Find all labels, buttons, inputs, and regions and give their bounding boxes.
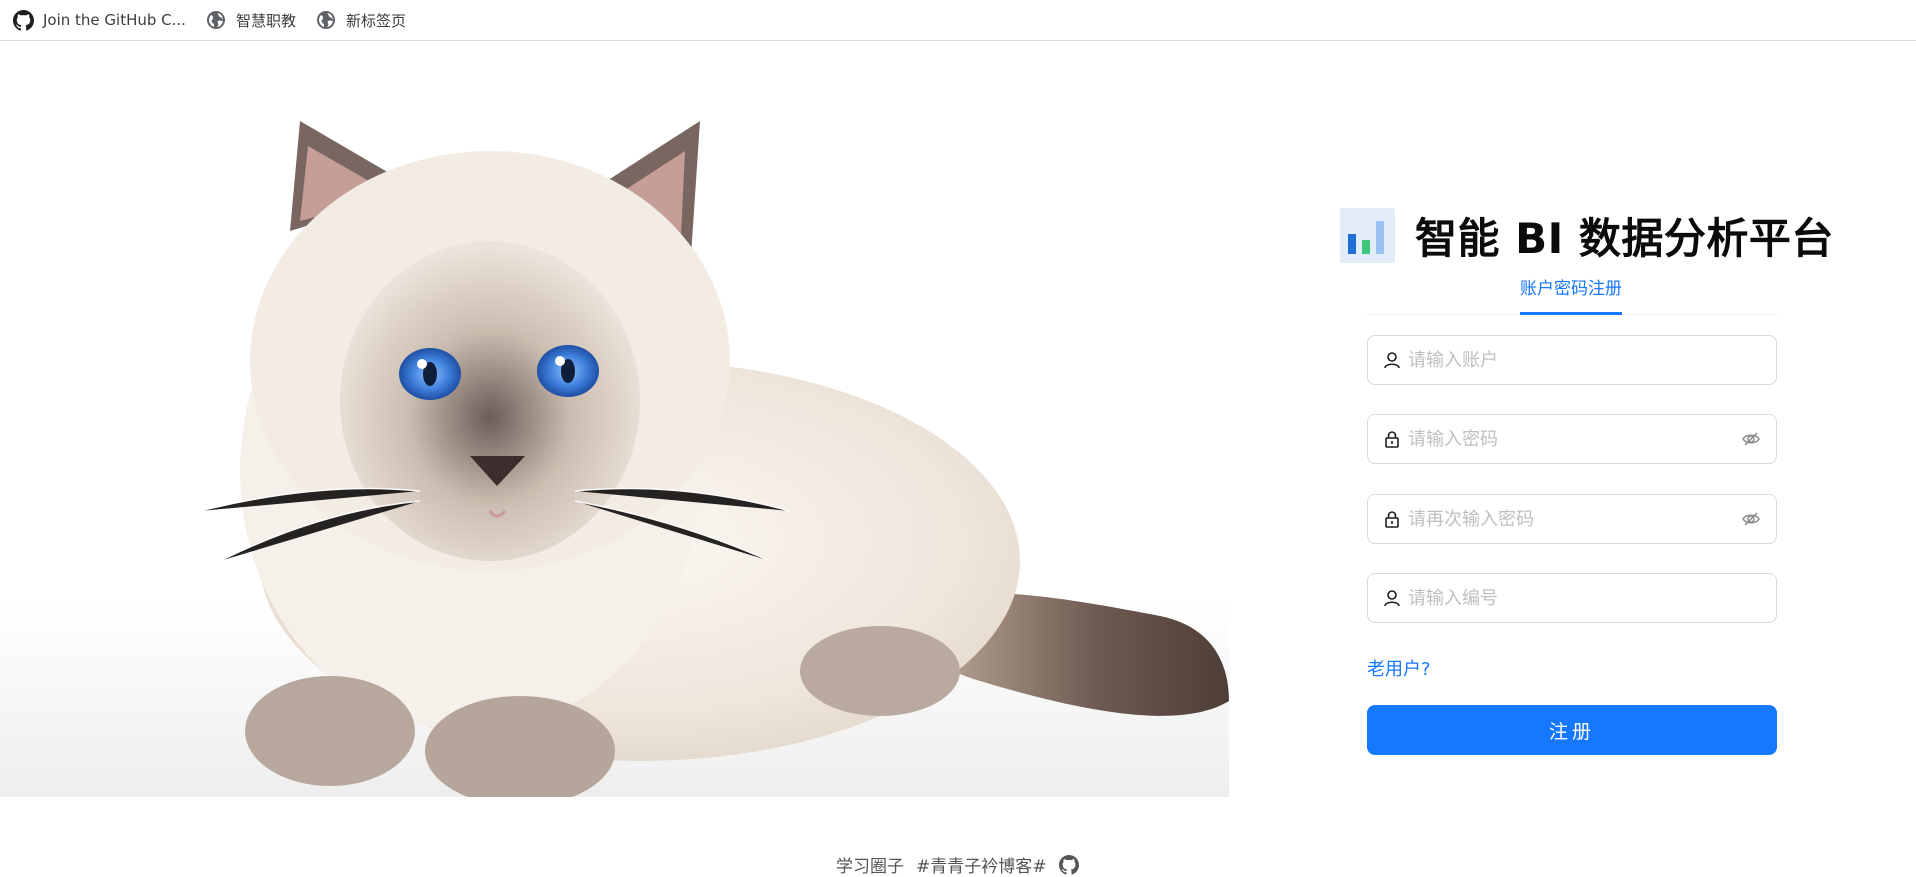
bar-chart-icon xyxy=(1340,208,1395,263)
github-icon xyxy=(13,9,34,31)
brand-title: 智能 BI 数据分析平台 xyxy=(1415,214,1834,263)
globe-icon xyxy=(316,10,337,31)
user-icon xyxy=(1382,350,1402,370)
bookmark-zhihuizhijiao[interactable]: 智慧职教 xyxy=(206,5,304,35)
footer: 学习圈子 #青青子衿博客# xyxy=(836,852,1079,877)
password-field xyxy=(1367,414,1777,464)
account-field xyxy=(1367,335,1777,385)
register-button[interactable]: 注册 xyxy=(1367,705,1777,755)
code-input[interactable] xyxy=(1408,587,1762,609)
bookmarks-bar: Join the GitHub C... 智慧职教 新标签页 xyxy=(0,0,1916,41)
bookmark-label: 智慧职教 xyxy=(235,11,296,30)
bookmark-github-community[interactable]: Join the GitHub C... xyxy=(13,5,194,35)
code-field xyxy=(1367,573,1777,623)
confirm-password-input[interactable] xyxy=(1408,508,1740,530)
lock-icon xyxy=(1382,509,1402,529)
brand-header: 智能 BI 数据分析平台 xyxy=(1340,205,1834,266)
hero-cat-image xyxy=(0,41,1229,797)
account-input[interactable] xyxy=(1408,349,1762,371)
lock-icon xyxy=(1382,429,1402,449)
bookmark-new-tab[interactable]: 新标签页 xyxy=(316,5,414,35)
old-user-link[interactable]: 老用户? xyxy=(1367,655,1431,681)
eye-invisible-icon[interactable] xyxy=(1740,508,1762,530)
user-icon xyxy=(1382,588,1402,608)
eye-invisible-icon[interactable] xyxy=(1740,428,1762,450)
bookmark-label: 新标签页 xyxy=(345,11,406,30)
password-input[interactable] xyxy=(1408,428,1740,450)
tab-account-register[interactable]: 账户密码注册 xyxy=(1520,274,1622,315)
confirm-password-field xyxy=(1367,494,1777,544)
footer-link-blog[interactable]: #青青子衿博客# xyxy=(916,852,1047,877)
cat-illustration xyxy=(0,121,1229,797)
bookmark-label: Join the GitHub C... xyxy=(43,11,186,29)
auth-tabs: 账户密码注册 xyxy=(1367,272,1777,315)
footer-link-study-circle[interactable]: 学习圈子 xyxy=(836,852,904,877)
github-icon[interactable] xyxy=(1058,854,1079,875)
globe-icon xyxy=(206,10,227,31)
